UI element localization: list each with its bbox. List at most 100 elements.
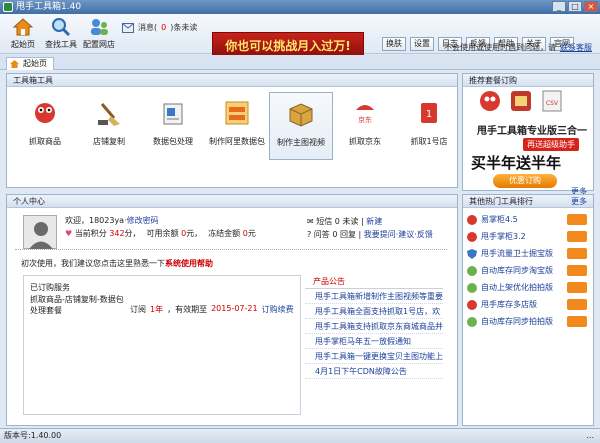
app-icon [467,232,477,242]
contact-support-link[interactable]: 联系客服 [560,42,592,53]
status-right: ... [586,431,594,440]
broom-copy-icon [98,103,120,126]
subscribe-panel-title: 推荐套餐订购 [463,74,593,87]
sms-row: ✉ 短信 0 未读 | 新建 [307,217,383,226]
minimize-button[interactable]: _ [552,1,566,12]
window-title: 甩手工具箱1.40 [16,2,82,12]
svg-text:1: 1 [426,109,432,120]
hot-badge-icon [567,214,587,225]
settings-button[interactable]: 设置 [410,37,434,51]
hot-tool-item[interactable]: 自动库存同步拍拍版 [463,313,591,330]
hot-tools-more-link[interactable]: 更多 [571,195,587,208]
yhd-icon: 1 [421,103,437,123]
tools-panel-title: 工具箱工具 [7,74,457,87]
tab-strip: 起始页 [0,55,600,70]
subscribe-brand: 甩手工具箱专业版三合一 [477,126,587,137]
home-icon [12,18,34,36]
tool-grab-yhd[interactable]: 1 抓取1号店 [397,92,461,160]
news-item[interactable]: 甩手工具箱新增制作主图视频等重要 [305,289,443,304]
tool-ali-package[interactable]: 制作阿里数据包 [205,92,269,160]
message-count: 0 [161,23,167,32]
hot-badge-icon [567,299,587,310]
status-bar: 版本号:1.40.00 ... [0,428,600,443]
subscribe-tag: 再送超级助手 [523,138,579,151]
person-info: 欢迎，18023ya·修改密码 ♥ 当前积分 342分， 可用余额 0元， 冻结… [15,212,447,250]
product-news: 产品公告 甩手工具箱新增制作主图视频等重要 甩手工具箱全面支持抓取1号店，欢 甩… [305,275,443,415]
video-box-icon [289,103,313,127]
hot-tools-panel: 其他热门工具排行 更多 易掌柜4.5 甩手掌柜3.2 甩手流量卫士掘宝版 自动库… [462,194,594,426]
news-item[interactable]: 甩手掌柜马年五一放假通知 [305,334,443,349]
toolbar-start-page[interactable]: 起始页 [2,17,44,50]
subscribe-panel: 推荐套餐订购 CSV 甩手工具箱专业版三合一 再送超级助手 买半年送半年 优惠订… [462,73,594,196]
balance-info: 可用余额 0元， [146,229,203,238]
hot-tools-title: 其他热门工具排行 [469,197,533,206]
csv-icon: CSV [542,90,562,112]
jd-icon: 京东 [356,105,374,124]
personal-panel-title: 个人中心 [7,195,457,208]
username: 18023ya [89,216,125,225]
subscribe-headline: 买半年送半年 [471,154,562,172]
edit-password-link[interactable]: ·修改密码 [124,216,159,225]
renew-link[interactable]: 订购续费 [262,304,294,315]
user-silhouette-icon [29,222,53,249]
tool-grab-goods[interactable]: 抓取商品 [13,92,77,160]
tool-main-video[interactable]: 制作主图视频 [269,92,333,160]
new-sms-link[interactable]: 新建 [366,217,382,226]
version-label: 版本号:1.40.00 [4,431,62,440]
toolbar-config-shop[interactable]: 配置网店 [78,17,120,50]
hot-tool-item[interactable]: 甩手库存多店版 [463,296,591,313]
news-item[interactable]: 4月1日下午CDN故障公告 [305,364,443,379]
subscribe-order-button[interactable]: 优惠订购 [493,174,557,188]
data-package-icon [163,103,183,125]
hot-badge-icon [567,282,587,293]
svg-text:京东: 京东 [358,115,372,124]
tools-panel: 工具箱工具 抓取商品 店铺复制 数据包处理 制作阿里数据包 制作主图视频 京东 … [6,73,458,188]
hot-badge-icon [567,316,587,327]
hot-badge-icon [567,265,587,276]
question-icon: ? [307,230,312,239]
ask-feedback-link[interactable]: 我要提问·建议·反馈 [364,230,433,239]
help-link[interactable]: 系统使用帮助 [165,259,213,268]
title-bar: 甩手工具箱1.40 _ □ × [0,0,600,14]
maximize-button[interactable]: □ [568,1,582,12]
hot-tool-item[interactable]: 自动上架优化拍拍版 [463,279,591,296]
mail-icon: ✉ [307,217,314,226]
app-icon [467,215,477,225]
news-item[interactable]: 甩手工具箱一键更换宝贝主图功能上 [305,349,443,364]
tab-start-page[interactable]: 起始页 [6,57,54,70]
hot-tool-item[interactable]: 易掌柜4.5 [463,211,591,228]
tool-copy-shop[interactable]: 店铺复制 [77,92,141,160]
people-config-icon [91,19,108,35]
points-info: ♥ 当前积分 342分， [65,229,141,238]
heart-icon: ♥ [65,229,73,238]
ordered-services: 已订购服务 抓取商品-店铺复制-数据包处理套餐 订阅 1年 ，有效期至 2015… [23,275,301,415]
app-icon [3,2,13,12]
toolbar-find-tools[interactable]: 查找工具 [40,17,82,50]
spider-icon [480,91,500,111]
support-hint: 不会使用或使用时遇到问题，请 联系客服 [444,42,592,53]
shop-copy-icon [511,91,531,111]
sync-icon [467,266,477,276]
frozen-info: 冻结金额 0元 [208,229,256,238]
search-icon [52,18,71,37]
personal-panel: 个人中心 欢迎，18023ya·修改密码 ♥ 当前积分 342分， 可用余额 0… [6,194,458,426]
hot-tool-item[interactable]: 甩手流量卫士掘宝版 [463,245,591,262]
svg-text:CSV: CSV [546,100,559,107]
hot-tool-item[interactable]: 甩手掌柜3.2 [463,228,591,245]
news-title: 产品公告 [305,275,443,289]
close-button[interactable]: × [584,1,598,12]
news-item[interactable]: 甩手工具箱全面支持抓取1号店，欢 [305,304,443,319]
hot-tool-item[interactable]: 自动库存同步淘宝版 [463,262,591,279]
sync-icon [467,317,477,327]
message-indicator[interactable]: 消息(0)条未读 [122,22,197,33]
qa-row: ? 问答 0 回复 | 我要提问·建议·反馈 [307,230,433,239]
usage-tip: 初次使用，我们建议您点击这里熟悉一下系统使用帮助 [21,259,213,268]
tool-package-process[interactable]: 数据包处理 [141,92,205,160]
ali-package-icon [225,101,249,125]
message-icon [122,22,134,33]
shield-icon [467,249,477,259]
avatar[interactable] [23,215,57,249]
tool-grab-jd[interactable]: 京东 抓取京东 [333,92,397,160]
news-item[interactable]: 甩手工具箱支持抓取京东商城商品并 [305,319,443,334]
skin-button[interactable]: 换肤 [382,37,406,51]
